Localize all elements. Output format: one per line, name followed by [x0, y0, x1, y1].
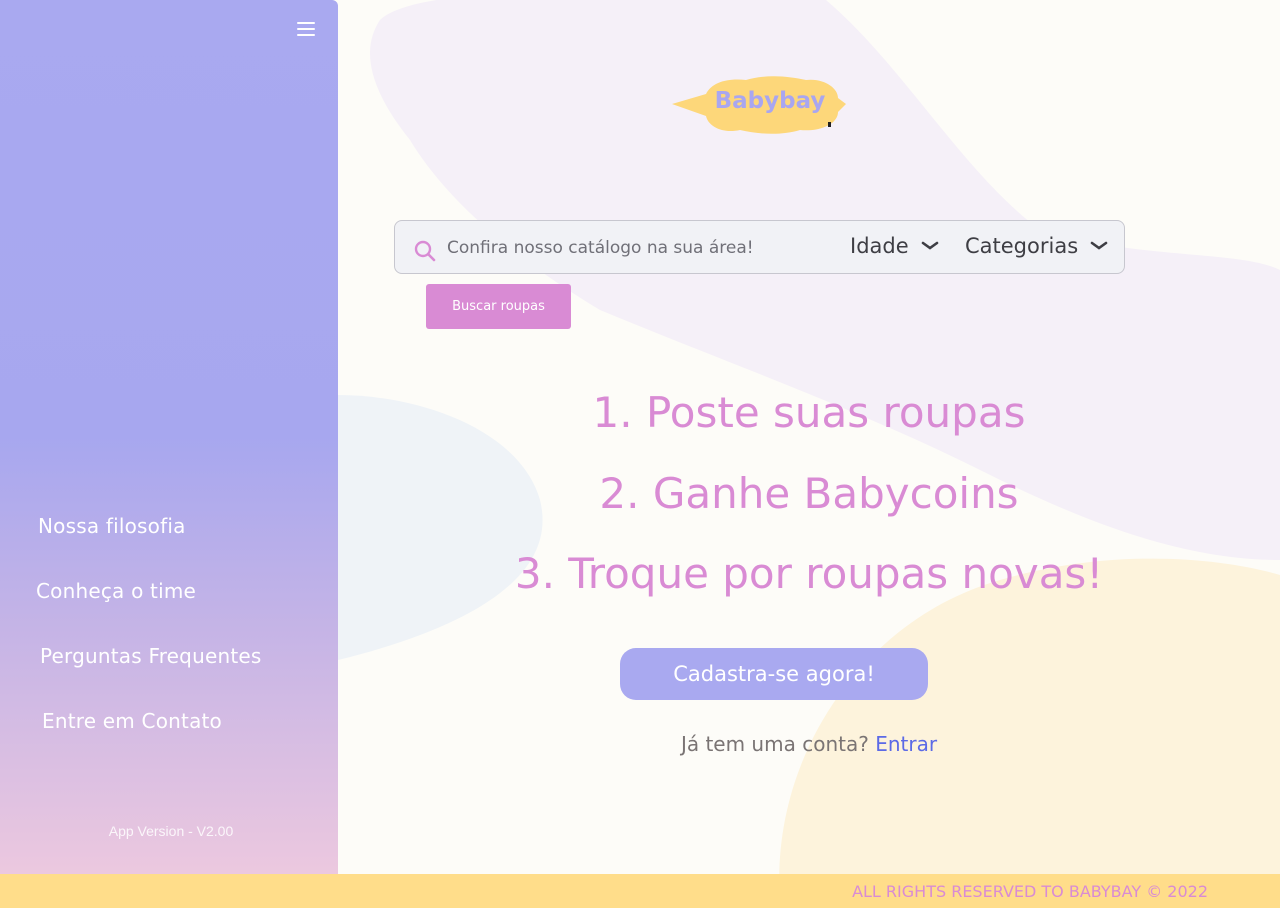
login-prompt-text: Já tem uma conta? — [680, 732, 869, 756]
search-icon[interactable] — [413, 239, 437, 263]
login-prompt: Já tem uma conta? Entrar — [338, 732, 1280, 756]
step-1-heading: 1. Poste suas roupas — [592, 388, 1026, 437]
signup-button[interactable]: Cadastra-se agora! — [620, 648, 928, 700]
logo-bubble — [672, 76, 846, 134]
sidebar-item-conheca-o-time[interactable]: Conheça o time — [36, 579, 196, 603]
sidebar-item-perguntas-frequentes[interactable]: Perguntas Frequentes — [40, 644, 262, 668]
chevron-down-icon — [921, 241, 938, 250]
categories-dropdown-label: Categorias — [965, 234, 1079, 258]
step-2-heading: 2. Ganhe Babycoins — [599, 469, 1019, 518]
sidebar-item-entre-em-contato[interactable]: Entre em Contato — [42, 709, 222, 733]
categories-dropdown[interactable]: Categorias — [965, 234, 1108, 258]
sidebar: Nossa filosofia Conheça o time Perguntas… — [0, 0, 338, 874]
age-dropdown[interactable]: Idade — [850, 234, 939, 258]
chevron-down-icon — [1090, 241, 1108, 250]
hamburger-menu-icon[interactable] — [294, 18, 318, 42]
sidebar-item-nossa-filosofia[interactable]: Nossa filosofia — [38, 514, 186, 538]
footer: ALL RIGHTS RESERVED TO BABYBAY © 2022 — [0, 874, 1280, 908]
footer-copyright: ALL RIGHTS RESERVED TO BABYBAY © 2022 — [852, 882, 1208, 901]
app-version: App Version - V2.00 — [108, 823, 234, 839]
step-3-heading: 3. Troque por roupas novas! — [514, 549, 1104, 598]
age-dropdown-label: Idade — [850, 234, 909, 258]
search-bar: Idade Categorias — [394, 220, 1125, 274]
search-input[interactable] — [445, 231, 829, 265]
search-clothes-button[interactable]: Buscar roupas — [426, 284, 571, 329]
login-link[interactable]: Entrar — [875, 732, 937, 756]
